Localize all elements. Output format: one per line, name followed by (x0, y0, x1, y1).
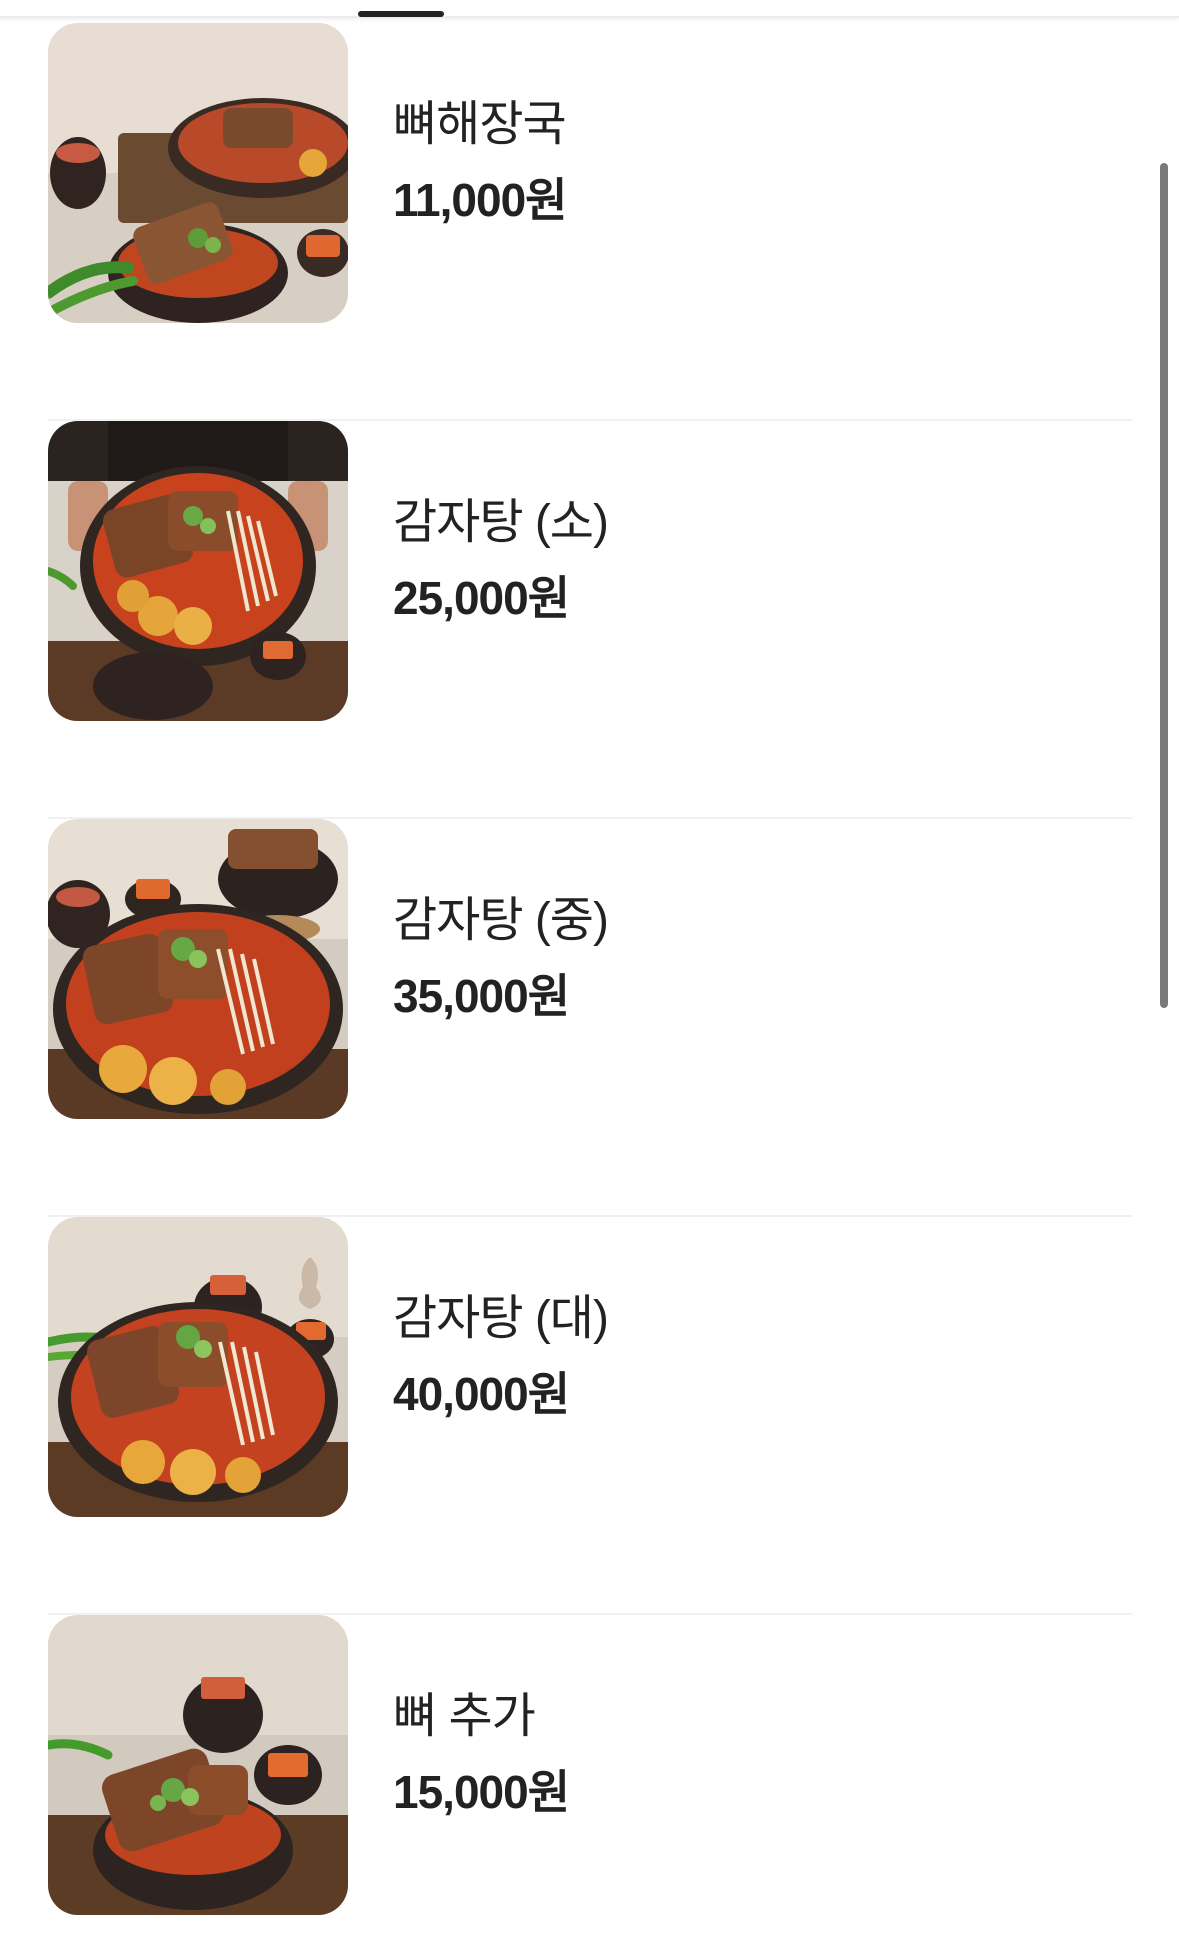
menu-page: 뼈해장국 11,000원 감자탕 (소) 25,000원 감자탕 (중) 35,… (0, 0, 1179, 1941)
menu-item[interactable]: 감자탕 (중) 35,000원 (48, 819, 1132, 1217)
menu-item[interactable]: 뼈 추가 15,000원 (48, 1615, 1132, 1941)
menu-item-name: 감자탕 (중) (393, 894, 609, 947)
menu-item-info: 감자탕 (소) 25,000원 (393, 496, 609, 624)
menu-item-name: 뼈해장국 (393, 98, 567, 151)
menu-item-price: 35,000원 (393, 970, 570, 1022)
bone-hangover-soup-photo (48, 23, 348, 323)
menu-item-photo[interactable] (48, 421, 348, 721)
gamjatang-small-photo (48, 421, 348, 721)
menu-item-price: 40,000원 (393, 1368, 570, 1420)
menu-item-photo[interactable] (48, 819, 348, 1119)
menu-item[interactable]: 감자탕 (대) 40,000원 (48, 1217, 1132, 1615)
tab-bar (0, 0, 1179, 18)
vertical-scrollbar[interactable] (1160, 163, 1168, 1008)
menu-item-info: 감자탕 (중) 35,000원 (393, 894, 609, 1022)
extra-bone-photo (48, 1615, 348, 1915)
menu-item-photo[interactable] (48, 23, 348, 323)
menu-list: 뼈해장국 11,000원 감자탕 (소) 25,000원 감자탕 (중) 35,… (48, 23, 1132, 1941)
menu-item-info: 감자탕 (대) 40,000원 (393, 1292, 609, 1420)
menu-item-info: 뼈해장국 11,000원 (393, 98, 567, 226)
menu-item-price: 11,000원 (393, 174, 567, 226)
menu-item-info: 뼈 추가 15,000원 (393, 1690, 570, 1818)
menu-item-price: 25,000원 (393, 572, 570, 624)
menu-item-name: 감자탕 (소) (393, 496, 609, 549)
menu-item-photo[interactable] (48, 1217, 348, 1517)
active-tab-indicator (358, 11, 444, 17)
menu-item-price: 15,000원 (393, 1766, 570, 1818)
menu-item-name: 감자탕 (대) (393, 1292, 609, 1345)
menu-item[interactable]: 뼈해장국 11,000원 (48, 23, 1132, 421)
gamjatang-medium-photo (48, 819, 348, 1119)
gamjatang-large-photo (48, 1217, 348, 1517)
menu-item-name: 뼈 추가 (393, 1690, 536, 1743)
menu-item-photo[interactable] (48, 1615, 348, 1915)
menu-item[interactable]: 감자탕 (소) 25,000원 (48, 421, 1132, 819)
